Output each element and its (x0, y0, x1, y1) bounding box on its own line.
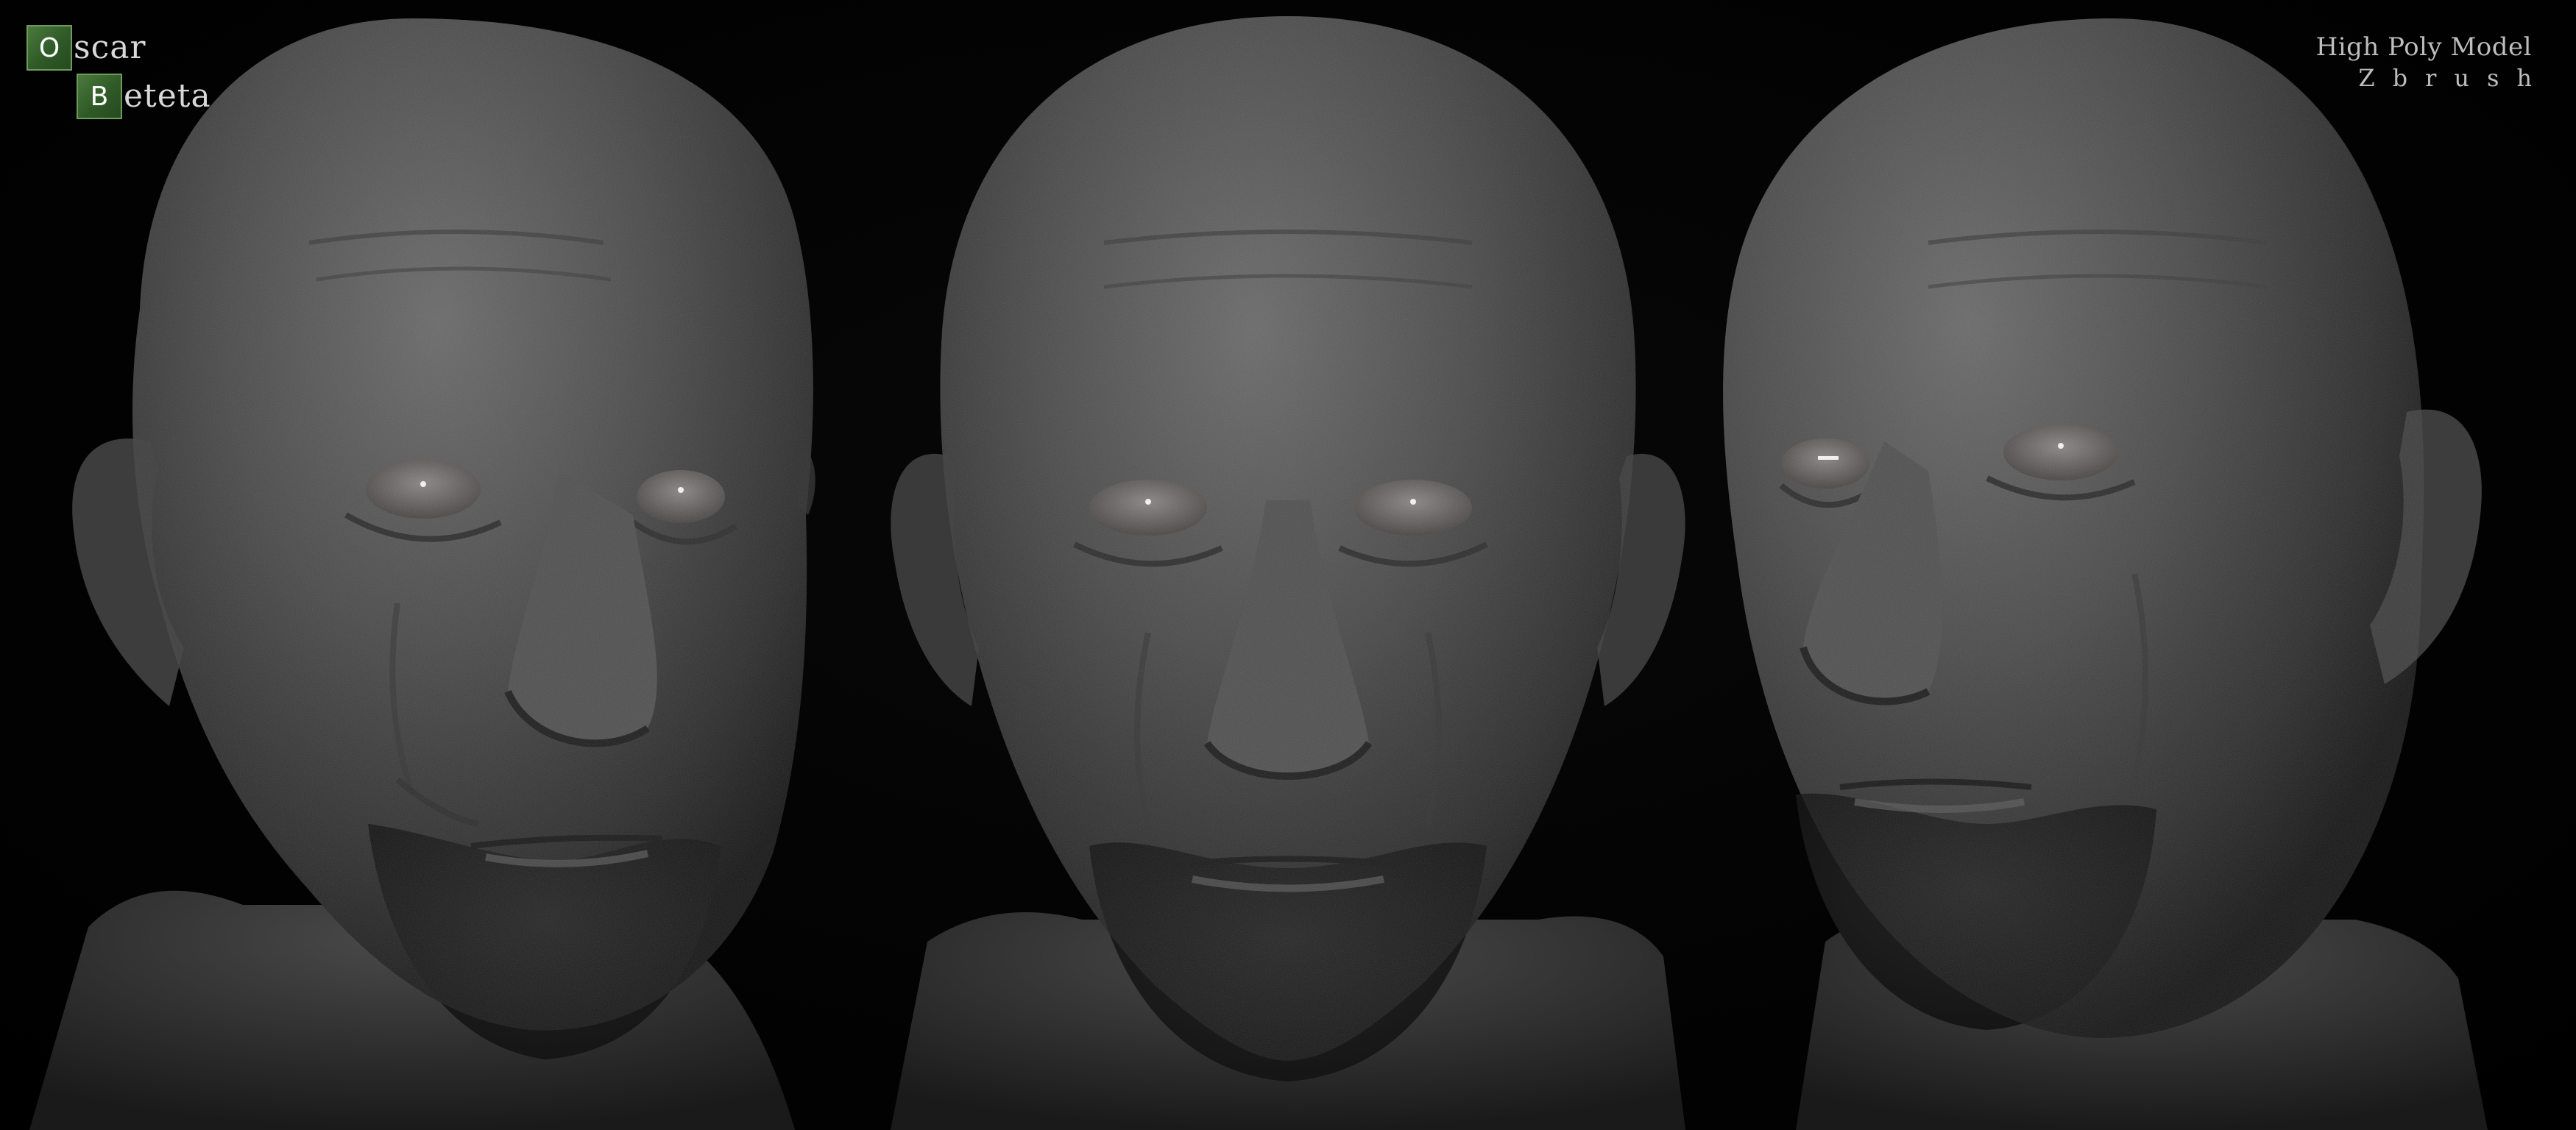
skin-grain-overlay (132, 16, 2424, 1061)
caption-title: High Poly Model (2315, 32, 2532, 62)
author-logo: O scar B eteta (26, 25, 247, 128)
element-tile-o: O (26, 25, 72, 71)
logo-first-name-rest: scar (74, 29, 146, 66)
caption-software: Zbrush (2358, 64, 2550, 92)
sculpt-render-views (29, 16, 2488, 1130)
logo-last-name-rest: eteta (124, 77, 211, 115)
logo-row-last-name: B eteta (77, 74, 211, 119)
logo-row-first-name: O scar (26, 25, 146, 71)
render-caption: High Poly Model Zbrush (2316, 32, 2532, 94)
element-symbol-o: O (38, 32, 60, 63)
render-background: O scar B eteta High Poly Model Zbrush (0, 0, 2576, 1130)
element-symbol-b: B (90, 81, 109, 112)
element-tile-b: B (77, 74, 122, 119)
